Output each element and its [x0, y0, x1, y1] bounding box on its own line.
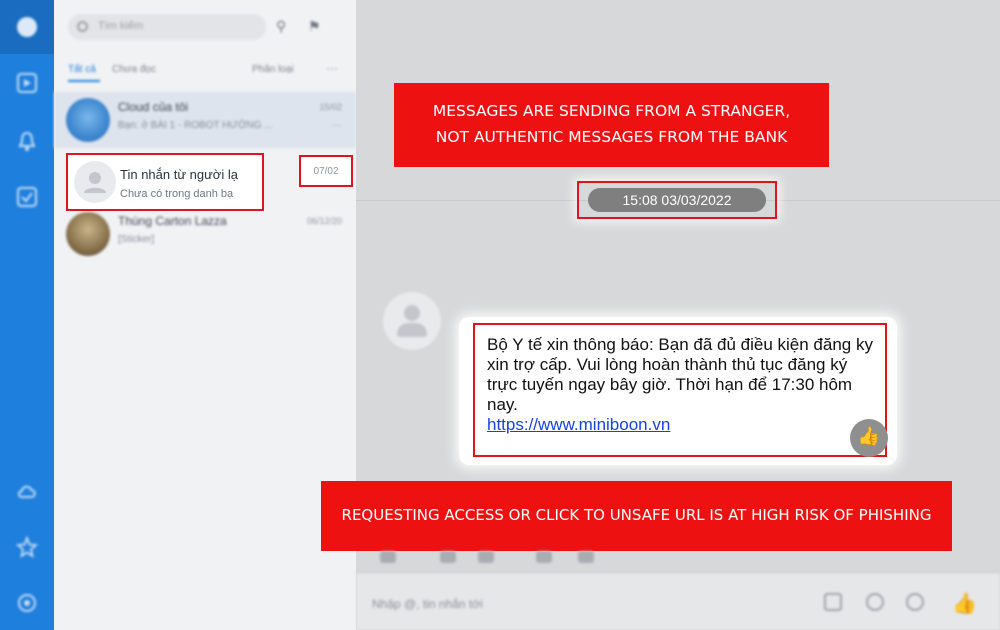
thumbs-up-icon: 👍 — [857, 426, 881, 446]
send-like-icon[interactable]: 👍 — [952, 591, 977, 616]
avatar-body — [397, 323, 427, 337]
warning-banner-phishing: REQUESTING ACCESS OR CLICK TO UNSAFE URL… — [321, 481, 952, 551]
settings-icon[interactable] — [16, 592, 38, 614]
quick-message-icon[interactable] — [824, 593, 842, 611]
warning-line: NOT AUTHENTIC MESSAGES FROM THE BANK — [435, 128, 788, 146]
emoji-icon[interactable] — [866, 593, 884, 611]
conversation-more-icon[interactable]: ··· — [332, 120, 342, 131]
nav-rail — [0, 0, 54, 630]
add-friend-icon[interactable]: ⚲ — [276, 18, 292, 34]
conversation-preview: [Sticker] — [118, 234, 155, 245]
card-icon[interactable] — [578, 551, 594, 563]
create-group-icon[interactable]: ⚑ — [308, 18, 324, 34]
star-icon[interactable] — [16, 536, 38, 558]
warning-line: REQUESTING ACCESS OR CLICK TO UNSAFE URL… — [341, 506, 932, 524]
message-bubble: Bộ Y tế xin thông báo: Bạn đã đủ điều ki… — [459, 317, 897, 465]
message-text: Bộ Y tế xin thông báo: Bạn đã đủ điều ki… — [487, 335, 879, 435]
user-icon — [84, 172, 106, 193]
stranger-avatar — [74, 161, 116, 203]
conversation-name: Thùng Carton Lazza — [118, 214, 227, 228]
attachment-icon[interactable] — [478, 551, 494, 563]
conversation-preview: Chưa có trong danh bạ — [120, 188, 234, 200]
conversation-time: 07/02 — [313, 166, 339, 177]
conversation-item[interactable]: Thùng Carton Lazza [Sticker] 06/12/20 — [54, 206, 356, 262]
conversation-preview: Bạn: ở BÀI 1 - ROBOT HƯỚNG ... — [118, 120, 273, 131]
conversation-date-highlight: 07/02 — [299, 155, 353, 187]
more-options-icon[interactable]: ··· — [326, 61, 338, 75]
conversation-item[interactable]: Cloud của tôi Bạn: ở BÀI 1 - ROBOT HƯỚNG… — [54, 92, 356, 148]
contact-avatar — [66, 212, 110, 256]
phishing-link[interactable]: https://www.miniboon.vn — [487, 415, 879, 435]
image-icon[interactable] — [440, 551, 456, 563]
composer: Nhập @, tin nhắn tới 👍 — [356, 572, 1000, 630]
profile-area[interactable] — [0, 0, 54, 54]
message-input[interactable]: Nhập @, tin nhắn tới — [372, 597, 483, 611]
search-placeholder: Tìm kiếm — [98, 20, 144, 32]
message-highlight: Bộ Y tế xin thông báo: Bạn đã đủ điều ki… — [473, 323, 887, 457]
cloud-icon[interactable] — [16, 480, 38, 502]
conversation-time: 06/12/20 — [306, 216, 342, 226]
sticker-icon[interactable] — [380, 551, 396, 563]
conversation-name: Cloud của tôi — [118, 100, 189, 114]
search-icon — [77, 21, 88, 32]
todo-icon[interactable] — [16, 186, 38, 208]
message-body: Bộ Y tế xin thông báo: Bạn đã đủ điều ki… — [487, 335, 873, 414]
avatar-head — [404, 305, 420, 321]
tab-all[interactable]: Tất cả — [68, 64, 100, 82]
warning-line: MESSAGES ARE SENDING FROM A STRANGER, — [432, 102, 791, 120]
sender-avatar[interactable] — [383, 292, 441, 350]
stranger-conversation-item[interactable]: Tin nhắn từ người lạ Chưa có trong danh … — [66, 153, 264, 211]
message-timestamp: 15:08 03/03/2022 — [588, 188, 766, 212]
contacts-icon[interactable] — [16, 72, 38, 94]
search-input[interactable]: Tìm kiếm — [68, 14, 266, 40]
conversation-tabs: Tất cả Chưa đọc Phân loại ··· — [68, 61, 344, 82]
filter-dropdown[interactable]: Phân loại — [252, 64, 294, 75]
conversation-time: 15/02 — [319, 102, 342, 112]
mention-icon[interactable] — [906, 593, 924, 611]
react-like-button[interactable]: 👍 — [850, 419, 888, 457]
conversation-name: Tin nhắn từ người lạ — [120, 167, 238, 182]
screenshot-icon[interactable] — [536, 551, 552, 563]
tab-unread[interactable]: Chưa đọc — [112, 64, 156, 75]
warning-banner-stranger: MESSAGES ARE SENDING FROM A STRANGER, NO… — [394, 83, 829, 167]
timestamp-highlight: 15:08 03/03/2022 — [577, 181, 777, 219]
composer-toolbar — [356, 545, 1000, 567]
cloud-avatar — [66, 98, 110, 142]
chat-icon[interactable] — [15, 15, 39, 39]
conversation-list: Tìm kiếm ⚲ ⚑ Tất cả Chưa đọc Phân loại ·… — [54, 0, 356, 630]
bell-icon[interactable] — [16, 130, 38, 152]
